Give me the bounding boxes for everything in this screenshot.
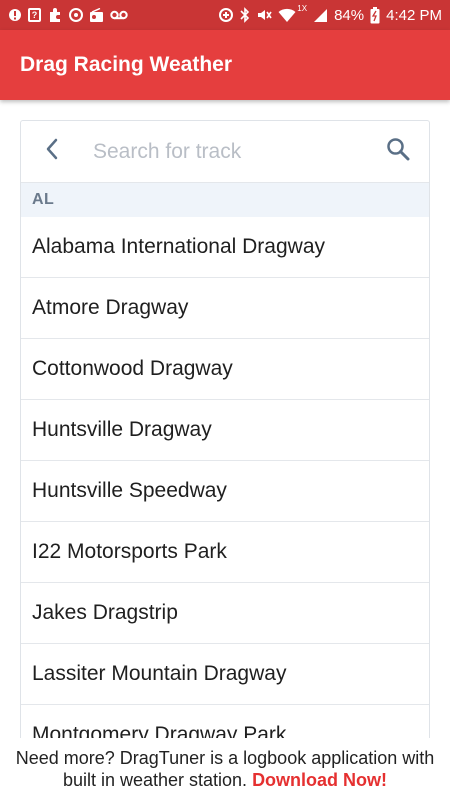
target-icon [69,8,83,22]
battery-percent: 84% [334,6,365,24]
promo-text-block: Need more? DragTuner is a logbook applic… [10,747,440,791]
promo-footer: Need more? DragTuner is a logbook applic… [0,738,450,800]
app-bar: Drag Racing Weather [0,30,450,100]
network-label: 1X [297,4,308,13]
voicemail-icon [110,9,128,21]
search-button[interactable] [367,121,429,183]
list-item[interactable]: Alabama International Dragway [21,217,429,278]
bluetooth-icon [240,7,250,23]
clock: 4:42 PM [386,6,442,24]
download-now-link[interactable]: Download Now! [252,770,387,790]
puzzle-icon [47,7,63,23]
chevron-left-icon [45,138,59,165]
list-item[interactable]: Huntsville Speedway [21,461,429,522]
list-item[interactable]: Jakes Dragstrip [21,583,429,644]
search-icon [386,137,410,166]
search-input[interactable] [83,131,367,172]
list-item[interactable]: Cottonwood Dragway [21,339,429,400]
wifi-icon: 1X [278,4,308,23]
search-bar [21,121,429,183]
unknown-box-icon: ? [28,8,41,22]
radio-icon [89,7,104,23]
app-title: Drag Racing Weather [20,53,232,76]
list-item[interactable]: Lassiter Mountain Dragway [21,644,429,705]
battery-icon [370,6,380,24]
status-right-icons: 1X 84% 4:42 PM [218,4,442,24]
list-item[interactable]: I22 Motorsports Park [21,522,429,583]
status-left-icons: ? [8,7,128,23]
list-item[interactable]: Huntsville Dragway [21,400,429,461]
list-item[interactable]: Atmore Dragway [21,278,429,339]
signal-icon [313,8,328,23]
list-item[interactable]: Montgomery Dragway Park [21,705,429,738]
alert-icon [8,8,22,22]
status-bar: ? 1X 84% 4:42 PM [0,0,450,30]
track-search-card: AL Alabama International Dragway Atmore … [20,120,430,738]
data-saver-icon [218,7,234,23]
back-button[interactable] [21,121,83,183]
track-list: Alabama International Dragway Atmore Dra… [21,217,429,738]
mute-icon [256,7,272,23]
section-header-al: AL [21,183,429,217]
